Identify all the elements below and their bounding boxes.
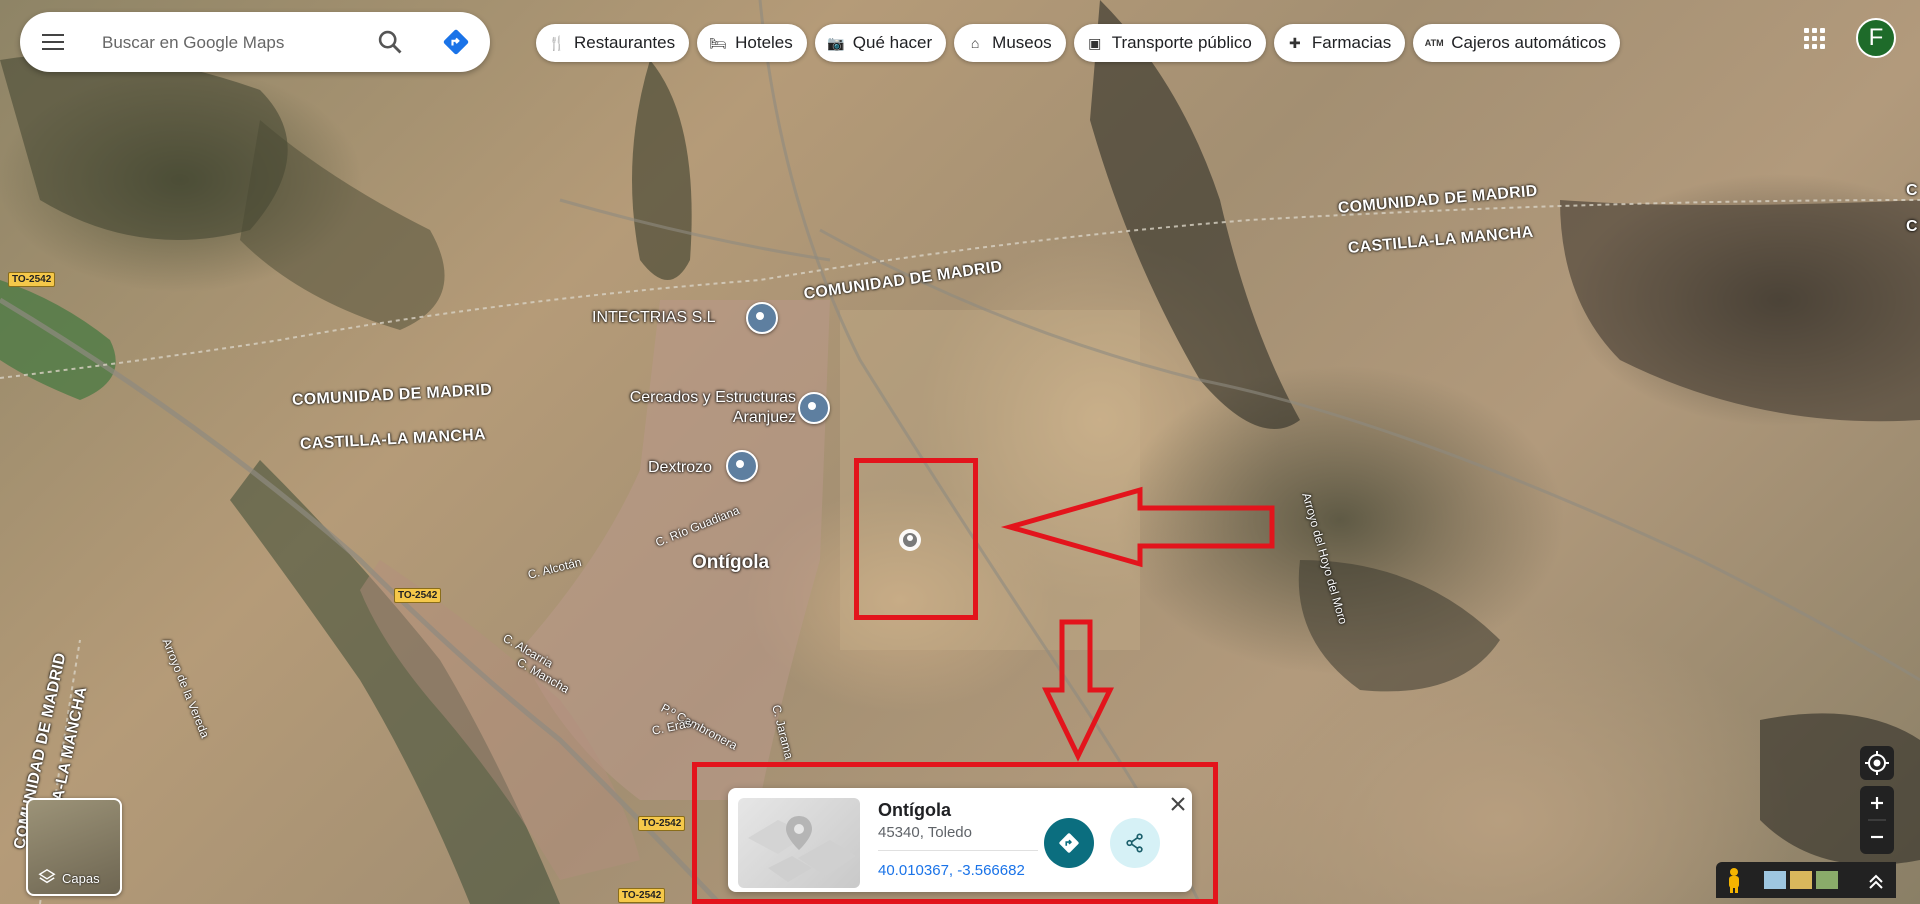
expand-up-icon[interactable] xyxy=(1869,874,1883,889)
chip-atms[interactable]: ATM Cajeros automáticos xyxy=(1413,24,1621,62)
hotel-icon: 🛏 xyxy=(709,34,728,51)
directions-icon[interactable] xyxy=(442,28,470,56)
region-label-edge-1: C xyxy=(1906,182,1918,199)
chip-label: Hoteles xyxy=(735,33,793,52)
close-icon[interactable] xyxy=(1168,794,1188,814)
chip-label: Restaurantes xyxy=(574,33,676,52)
museum-icon: ⌂ xyxy=(970,35,980,51)
pegman-icon[interactable] xyxy=(1729,868,1739,893)
apps-grid-icon[interactable] xyxy=(1804,28,1826,50)
imagery-thumbnail-2[interactable] xyxy=(1790,871,1812,889)
chip-label: Museos xyxy=(992,33,1052,52)
divider xyxy=(878,850,1038,851)
chip-restaurants[interactable]: 🍴 Restaurantes xyxy=(536,24,690,62)
poi-label-intectrias[interactable]: INTECTRIAS S.L xyxy=(592,308,716,328)
layers-label: Capas xyxy=(62,871,100,886)
chip-transit[interactable]: ▣ Transporte público xyxy=(1073,24,1266,62)
chip-pharmacies[interactable]: ✚ Farmacias xyxy=(1273,24,1406,62)
satellite-map[interactable]: COMUNIDAD DE MADRID COMUNIDAD DE MADRID … xyxy=(0,0,1920,904)
chip-label: Qué hacer xyxy=(852,33,933,52)
layers-button[interactable]: Capas xyxy=(26,798,122,896)
poi-pin-icon[interactable] xyxy=(798,392,830,424)
town-label[interactable]: Ontígola xyxy=(692,552,769,574)
place-coordinates[interactable]: 40.010367, -3.566682 xyxy=(878,862,1025,879)
poi-pin-icon[interactable] xyxy=(746,302,778,334)
chip-label: Farmacias xyxy=(1311,33,1392,52)
bottom-map-bar xyxy=(1716,862,1896,898)
camera-icon: 📷 xyxy=(827,34,845,51)
chip-things-to-do[interactable]: 📷 Qué hacer xyxy=(814,24,947,62)
chip-label: Transporte público xyxy=(1111,33,1252,52)
imagery-thumbnail-3[interactable] xyxy=(1816,871,1838,889)
share-button[interactable] xyxy=(1110,818,1160,868)
chip-museums[interactable]: ⌂ Museos xyxy=(954,24,1066,62)
my-location-icon xyxy=(1865,751,1889,775)
chip-hotels[interactable]: 🛏 Hoteles xyxy=(697,24,807,62)
annotation-rectangle-pin xyxy=(854,458,978,620)
place-address: 45340, Toledo xyxy=(878,824,972,841)
poi-label-cercados[interactable]: Cercados y Estructuras Aranjuez xyxy=(620,388,796,428)
my-location-button[interactable] xyxy=(1860,746,1894,780)
category-chips: 🍴 Restaurantes 🛏 Hoteles 📷 Qué hacer ⌂ Museo… xyxy=(536,24,1621,62)
place-name[interactable]: Ontígola xyxy=(878,800,951,821)
road-badge: TO-2542 xyxy=(394,588,442,603)
search-input[interactable] xyxy=(100,26,364,60)
search-box xyxy=(20,12,490,72)
poi-label-dextrozo[interactable]: Dextrozo xyxy=(648,458,712,478)
road-badge: TO-2542 xyxy=(638,816,686,831)
place-thumbnail[interactable] xyxy=(738,798,860,888)
road-badge: TO-2542 xyxy=(8,272,56,287)
directions-icon xyxy=(1059,833,1079,853)
directions-button[interactable] xyxy=(1044,818,1094,868)
poi-pin-icon[interactable] xyxy=(726,450,758,482)
share-icon xyxy=(1126,833,1143,853)
search-icon[interactable] xyxy=(376,28,404,56)
road-badge: TO-2542 xyxy=(618,888,666,903)
region-label-edge-2: C xyxy=(1906,218,1918,235)
atm-icon: ATM xyxy=(1424,38,1444,48)
place-card[interactable]: Ontígola 45340, Toledo 40.010367, -3.566… xyxy=(728,788,1192,892)
zoom-in-icon[interactable] xyxy=(1860,786,1894,820)
zoom-controls xyxy=(1860,786,1894,854)
map-preview-icon xyxy=(748,816,856,882)
transit-icon: ▣ xyxy=(1088,34,1102,51)
chip-label: Cajeros automáticos xyxy=(1451,33,1607,52)
restaurant-icon: 🍴 xyxy=(548,34,566,51)
account-avatar[interactable]: F xyxy=(1856,18,1896,58)
imagery-thumbnail-1[interactable] xyxy=(1764,871,1786,889)
pharmacy-icon: ✚ xyxy=(1288,34,1301,51)
menu-icon[interactable] xyxy=(42,32,64,52)
layers-icon xyxy=(38,868,56,884)
zoom-out-icon[interactable] xyxy=(1860,820,1894,854)
